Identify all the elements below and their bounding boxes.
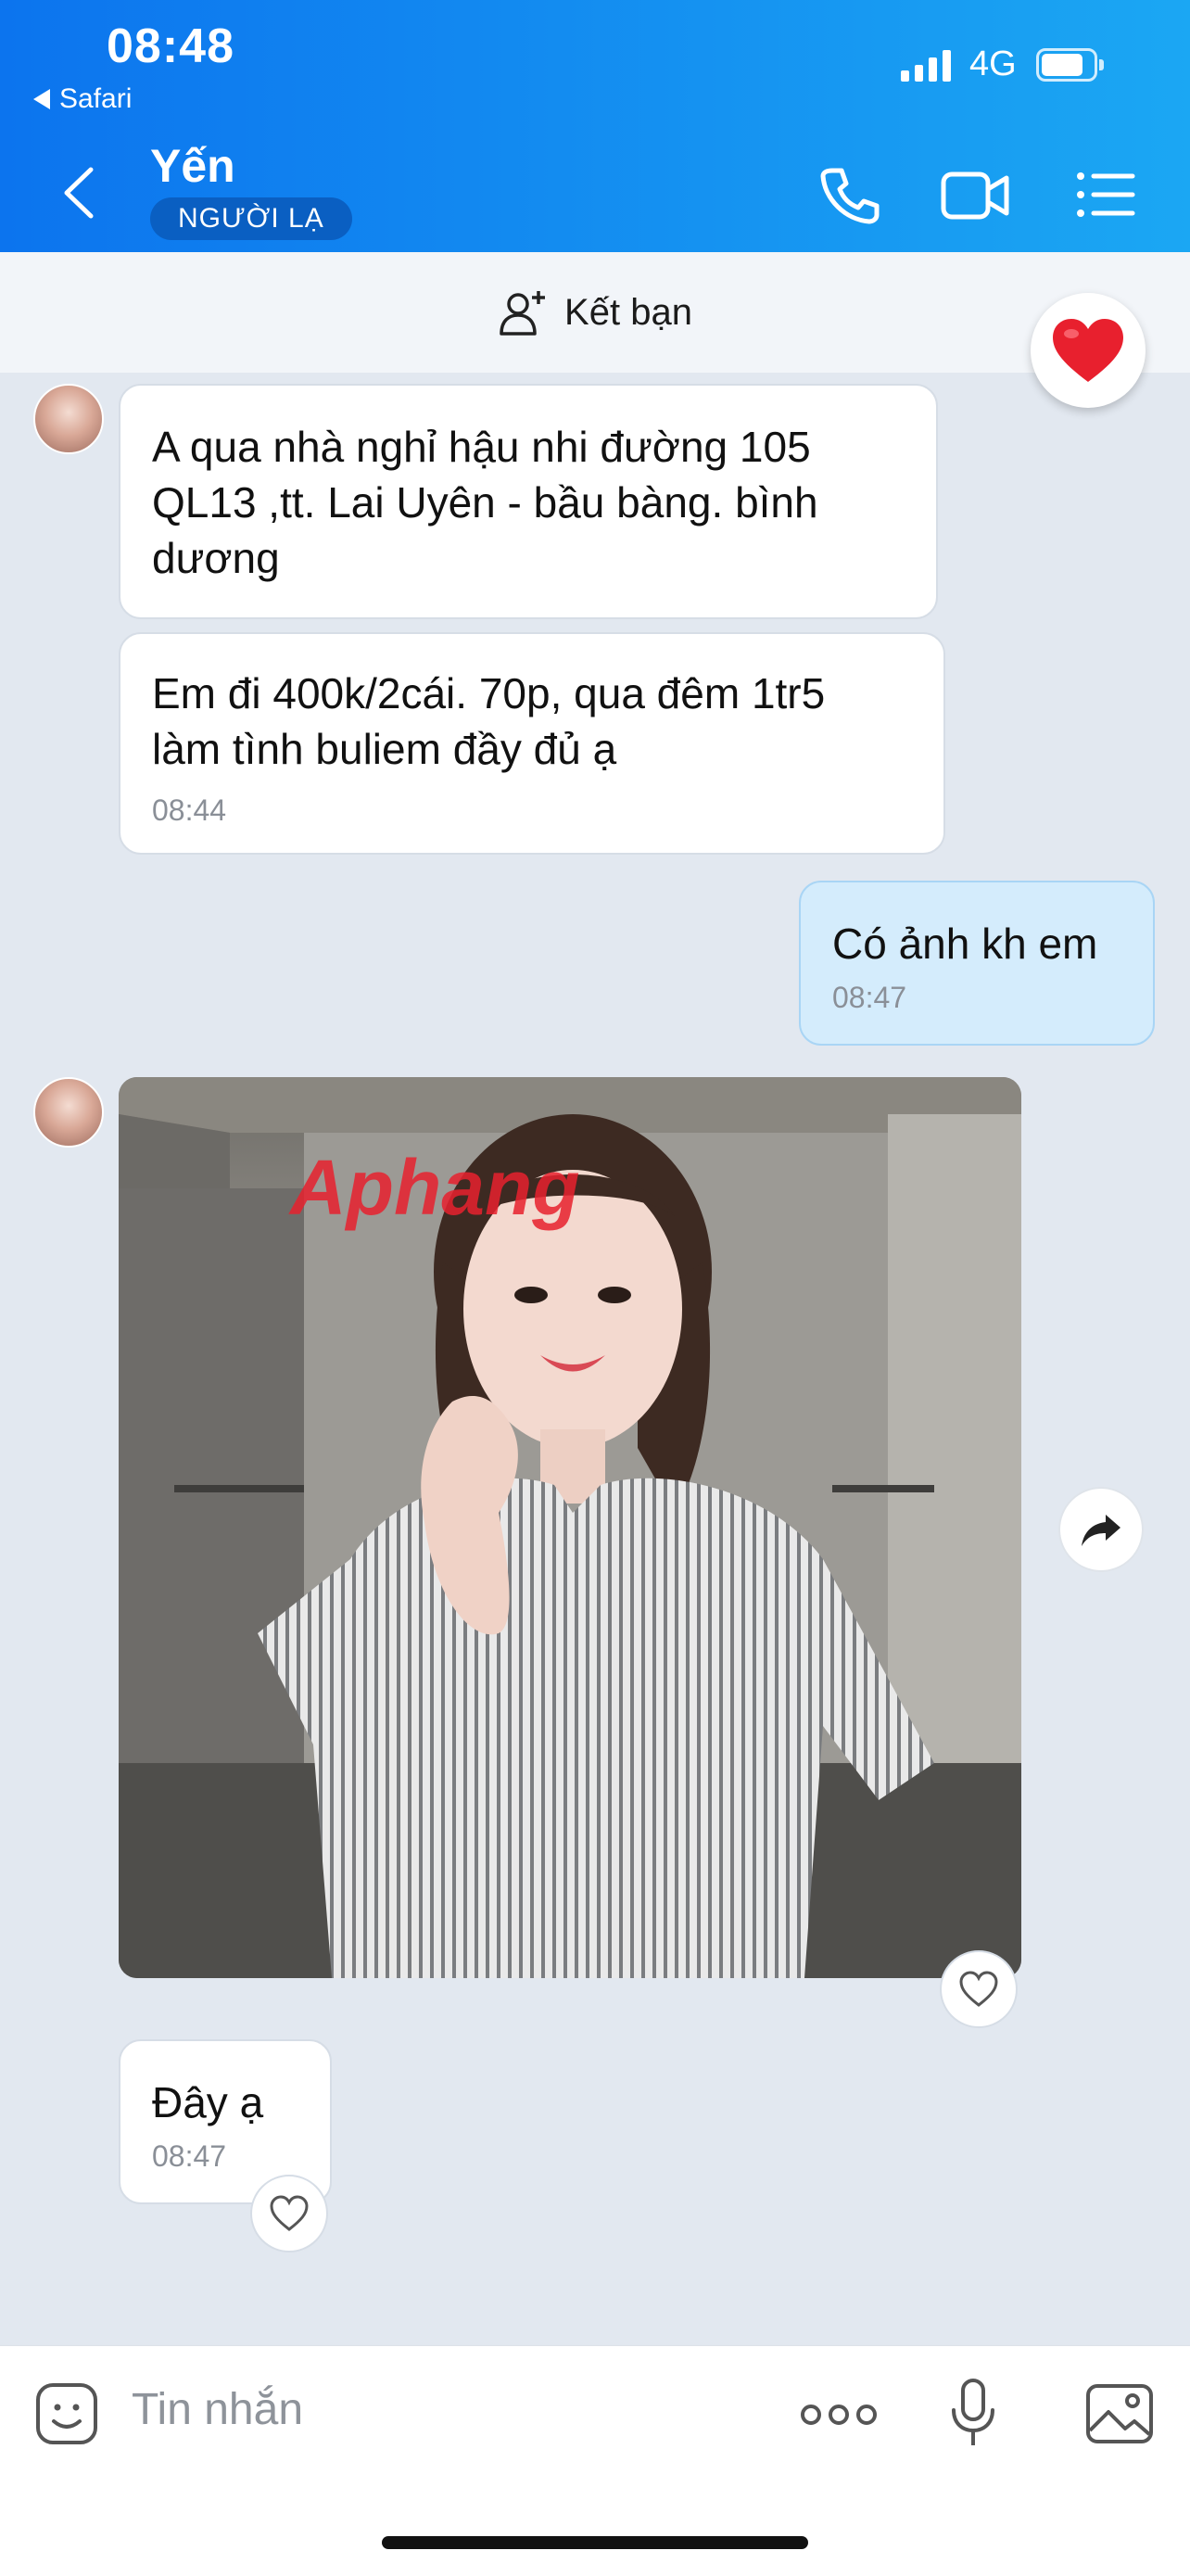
heart-react-button[interactable]: [1031, 293, 1146, 408]
message-time: 08:47: [832, 981, 907, 1014]
contact-name[interactable]: Yến: [150, 139, 235, 193]
message-time: 08:44: [152, 793, 227, 827]
signal-icon: [901, 48, 951, 82]
home-indicator: [382, 2536, 808, 2549]
message-text: Có ảnh kh em: [832, 920, 1098, 968]
share-arrow-icon: [1082, 1515, 1120, 1546]
photo-image: Aphang: [119, 1077, 1021, 1978]
phone-icon: [820, 168, 880, 224]
heart-outline-icon: [270, 2195, 309, 2231]
back-button[interactable]: [56, 162, 104, 223]
microphone-icon: [952, 2379, 994, 2445]
back-to-safari[interactable]: Safari: [33, 83, 132, 115]
chat-header: 08:48 Safari 4G Yến NGƯỜI LẠ: [0, 0, 1190, 252]
add-friend-label: Kết bạn: [564, 291, 692, 333]
network-label: 4G: [969, 44, 1017, 83]
red-heart-icon: [1053, 319, 1123, 382]
share-button[interactable]: [1058, 1487, 1144, 1572]
react-button[interactable]: [940, 1950, 1018, 2028]
voice-button[interactable]: [949, 2377, 997, 2451]
contact-avatar[interactable]: [33, 384, 104, 454]
image-icon: [1086, 2384, 1153, 2443]
battery-icon: [1036, 48, 1104, 82]
more-options-button[interactable]: [799, 2392, 879, 2438]
add-friend-icon: [500, 291, 546, 336]
status-time: 08:48: [107, 19, 234, 73]
message-text-line: Em đi 400k/2cái. 70p, qua đêm 1tr5: [152, 669, 826, 717]
sticker-smile-icon: [36, 2383, 97, 2444]
call-button[interactable]: [812, 158, 886, 232]
heart-outline-icon: [959, 1971, 998, 2007]
message-bubble[interactable]: A qua nhà nghỉ hậu nhi đường 105 QL13 ,t…: [119, 384, 938, 619]
back-app-label: Safari: [59, 83, 133, 114]
list-menu-icon: [1077, 172, 1135, 217]
back-triangle-icon: [33, 89, 50, 109]
react-button[interactable]: [250, 2175, 328, 2252]
photo-watermark: Aphang: [288, 1144, 580, 1231]
sticker-button[interactable]: [33, 2380, 100, 2447]
video-camera-icon: [941, 171, 1009, 220]
gallery-button[interactable]: [1084, 2380, 1155, 2447]
message-time: 08:47: [152, 2139, 227, 2173]
chevron-left-icon: [64, 167, 94, 219]
ellipsis-icon: [801, 2405, 877, 2425]
add-friend-bar[interactable]: Kết bạn: [0, 252, 1190, 373]
video-call-button[interactable]: [938, 158, 1012, 232]
photo-message[interactable]: Aphang: [119, 1077, 1021, 1978]
contact-avatar[interactable]: [33, 1077, 104, 1148]
stranger-badge: NGƯỜI LẠ: [150, 197, 352, 240]
message-input[interactable]: Tin nhắn: [132, 2384, 303, 2435]
message-text: Đây ạ: [152, 2078, 264, 2126]
message-text-line: làm tình buliem đầy đủ ạ: [152, 725, 617, 773]
message-bubble[interactable]: Em đi 400k/2cái. 70p, qua đêm 1tr5 làm t…: [119, 632, 945, 855]
message-text: A qua nhà nghỉ hậu nhi đường 105 QL13 ,t…: [152, 423, 818, 582]
options-button[interactable]: [1068, 158, 1142, 232]
my-message-bubble[interactable]: Có ảnh kh em 08:47: [799, 881, 1155, 1046]
